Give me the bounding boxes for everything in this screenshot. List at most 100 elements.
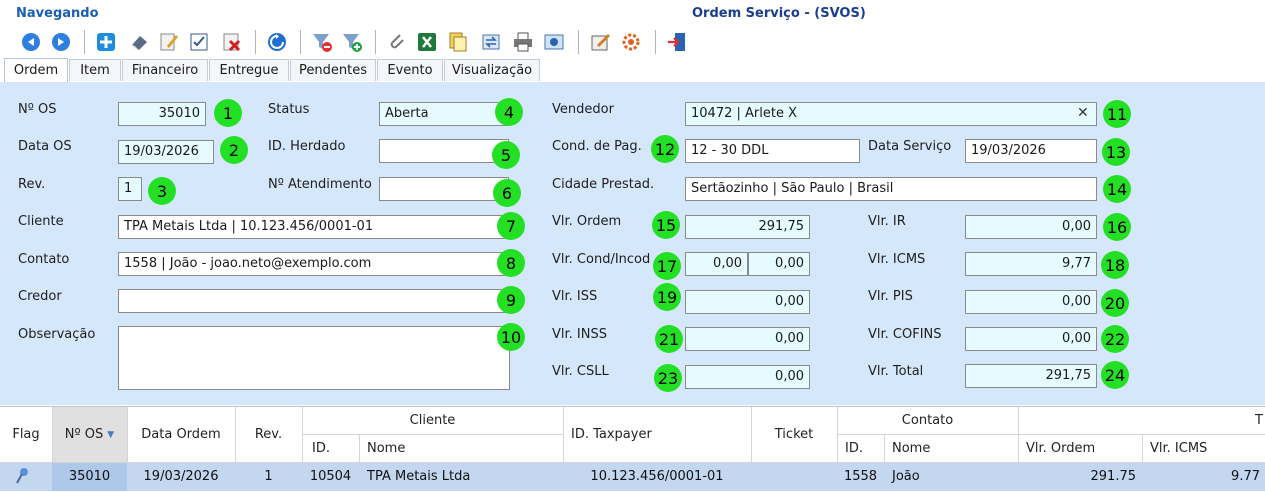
print-icon[interactable] — [510, 29, 536, 55]
col-ticket-header[interactable]: Ticket — [751, 407, 837, 462]
vlr-ir-field[interactable]: 0,00 — [965, 215, 1097, 239]
vlr-pis-label: Vlr. PIS — [868, 289, 913, 304]
vlr-iss-field[interactable]: 0,00 — [685, 290, 810, 314]
cell-vlr-ordem: 291.75 — [1090, 469, 1137, 484]
vlr-total-label: Vlr. Total — [868, 364, 924, 379]
badge-8: 8 — [497, 249, 525, 277]
id-herdado-field[interactable] — [379, 139, 509, 163]
col-cliente-id-header[interactable]: ID. — [302, 435, 359, 462]
cell-data-ordem: 19/03/2026 — [143, 469, 219, 484]
col-cliente-group-header: Cliente — [409, 413, 456, 428]
tab-visualizacao[interactable]: Visualização — [444, 59, 540, 81]
nro-atendimento-field[interactable] — [379, 177, 509, 201]
contato-field[interactable]: 1558 | João - joao.neto@exemplo.com — [118, 252, 510, 276]
badge-18: 18 — [1101, 251, 1129, 279]
col-rev-header[interactable]: Rev. — [235, 407, 302, 462]
preview-icon[interactable] — [541, 29, 567, 55]
tab-evento[interactable]: Evento — [377, 59, 443, 81]
refresh-icon[interactable] — [264, 29, 290, 55]
tab-pendentes[interactable]: Pendentes — [290, 59, 376, 81]
checklist-icon[interactable] — [186, 29, 212, 55]
badge-10: 10 — [497, 323, 525, 351]
add-icon[interactable] — [93, 29, 119, 55]
vlr-ordem-field[interactable]: 291,75 — [685, 215, 810, 239]
cell-id-taxpayer: 10.123.456/0001-01 — [590, 469, 724, 484]
badge-15: 15 — [652, 211, 680, 239]
col-flag-header[interactable]: Flag — [0, 407, 52, 462]
badge-22: 22 — [1101, 325, 1129, 353]
attach-icon[interactable] — [384, 29, 410, 55]
transfer-icon[interactable] — [478, 29, 504, 55]
col-vlr-icms-header[interactable]: Vlr. ICMS — [1142, 435, 1265, 462]
vlr-inss-field[interactable]: 0,00 — [685, 327, 810, 351]
exit-icon[interactable] — [664, 29, 690, 55]
credor-label: Credor — [18, 289, 62, 304]
vlr-csll-label: Vlr. CSLL — [552, 364, 609, 379]
tab-item[interactable]: Item — [69, 59, 121, 81]
filter-clear-icon[interactable] — [309, 29, 335, 55]
col-contato-nome-header[interactable]: Nome — [884, 435, 1018, 462]
col-contato-id-header[interactable]: ID. — [837, 435, 884, 462]
vlr-pis-field[interactable]: 0,00 — [965, 290, 1097, 314]
badge-23: 23 — [654, 364, 682, 392]
cidade-prestad-field[interactable]: Sertãozinho | São Paulo | Brasil — [685, 177, 1097, 201]
col-vlr-ordem-header[interactable]: Vlr. Ordem — [1018, 435, 1142, 462]
contato-label: Contato — [18, 252, 70, 267]
vlr-incod-field[interactable]: 0,00 — [748, 252, 810, 276]
window-title: Ordem Serviço - (SVOS) — [692, 6, 866, 21]
data-os-label: Data OS — [18, 139, 72, 154]
observacao-field[interactable] — [118, 326, 510, 390]
col-group-t-header: T — [1255, 413, 1263, 428]
col-nro-os-header[interactable]: Nº OS ▼ — [52, 407, 127, 462]
forward-icon[interactable] — [48, 29, 74, 55]
edit-icon[interactable] — [156, 29, 182, 55]
settings-gear-icon[interactable] — [618, 29, 644, 55]
col-cliente-nome-header[interactable]: Nome — [359, 435, 563, 462]
badge-5: 5 — [492, 141, 520, 169]
vlr-total-field[interactable]: 291,75 — [965, 364, 1097, 388]
vlr-cofins-field[interactable]: 0,00 — [965, 327, 1097, 351]
copy-icon[interactable] — [445, 29, 471, 55]
clear-icon[interactable]: ✕ — [1077, 105, 1089, 121]
nro-os-field[interactable]: 35010 — [118, 102, 206, 126]
badge-12: 12 — [651, 135, 679, 163]
vendedor-field[interactable]: 10472 | Arlete X — [685, 102, 1097, 126]
status-field[interactable]: Aberta — [379, 102, 509, 126]
tab-bar: Ordem Item Financeiro Entregue Pendentes… — [0, 58, 1265, 83]
badge-20: 20 — [1101, 289, 1129, 317]
eraser-icon[interactable] — [126, 29, 152, 55]
vlr-cond-field[interactable]: 0,00 — [685, 252, 748, 276]
badge-19: 19 — [653, 283, 681, 311]
vlr-csll-field[interactable]: 0,00 — [685, 365, 810, 389]
report-icon[interactable] — [587, 29, 613, 55]
credor-field[interactable] — [118, 289, 510, 313]
rev-field[interactable]: 1 — [118, 177, 142, 201]
badge-21: 21 — [655, 325, 683, 353]
tab-financeiro[interactable]: Financeiro — [122, 59, 208, 81]
cliente-field[interactable]: TPA Metais Ltda | 10.123.456/0001-01 — [118, 215, 510, 239]
badge-7: 7 — [497, 212, 525, 240]
data-servico-field[interactable]: 19/03/2026 — [965, 139, 1097, 163]
id-herdado-label: ID. Herdado — [268, 139, 346, 154]
pin-flag-icon[interactable] — [14, 467, 34, 487]
badge-16: 16 — [1103, 213, 1131, 241]
nro-os-label: Nº OS — [18, 102, 57, 117]
delete-icon[interactable] — [219, 29, 245, 55]
excel-icon[interactable] — [414, 29, 440, 55]
toolbar — [0, 26, 1265, 58]
badge-14: 14 — [1103, 175, 1131, 203]
badge-24: 24 — [1101, 361, 1129, 389]
badge-6: 6 — [493, 179, 521, 207]
tab-entregue[interactable]: Entregue — [209, 59, 289, 81]
col-id-taxpayer-header[interactable]: ID. Taxpayer — [563, 407, 751, 462]
tab-ordem[interactable]: Ordem — [4, 58, 68, 82]
nro-atendimento-label: Nº Atendimento — [268, 177, 372, 192]
vlr-icms-field[interactable]: 9,77 — [965, 252, 1097, 276]
col-data-ordem-header[interactable]: Data Ordem — [127, 407, 235, 462]
filter-add-icon[interactable] — [339, 29, 365, 55]
cond-pag-field[interactable]: 12 - 30 DDL — [685, 139, 860, 163]
data-os-field[interactable]: 19/03/2026 — [118, 140, 214, 164]
badge-9: 9 — [497, 286, 525, 314]
back-icon[interactable] — [18, 29, 44, 55]
cidade-prestad-label: Cidade Prestad. — [552, 177, 655, 192]
